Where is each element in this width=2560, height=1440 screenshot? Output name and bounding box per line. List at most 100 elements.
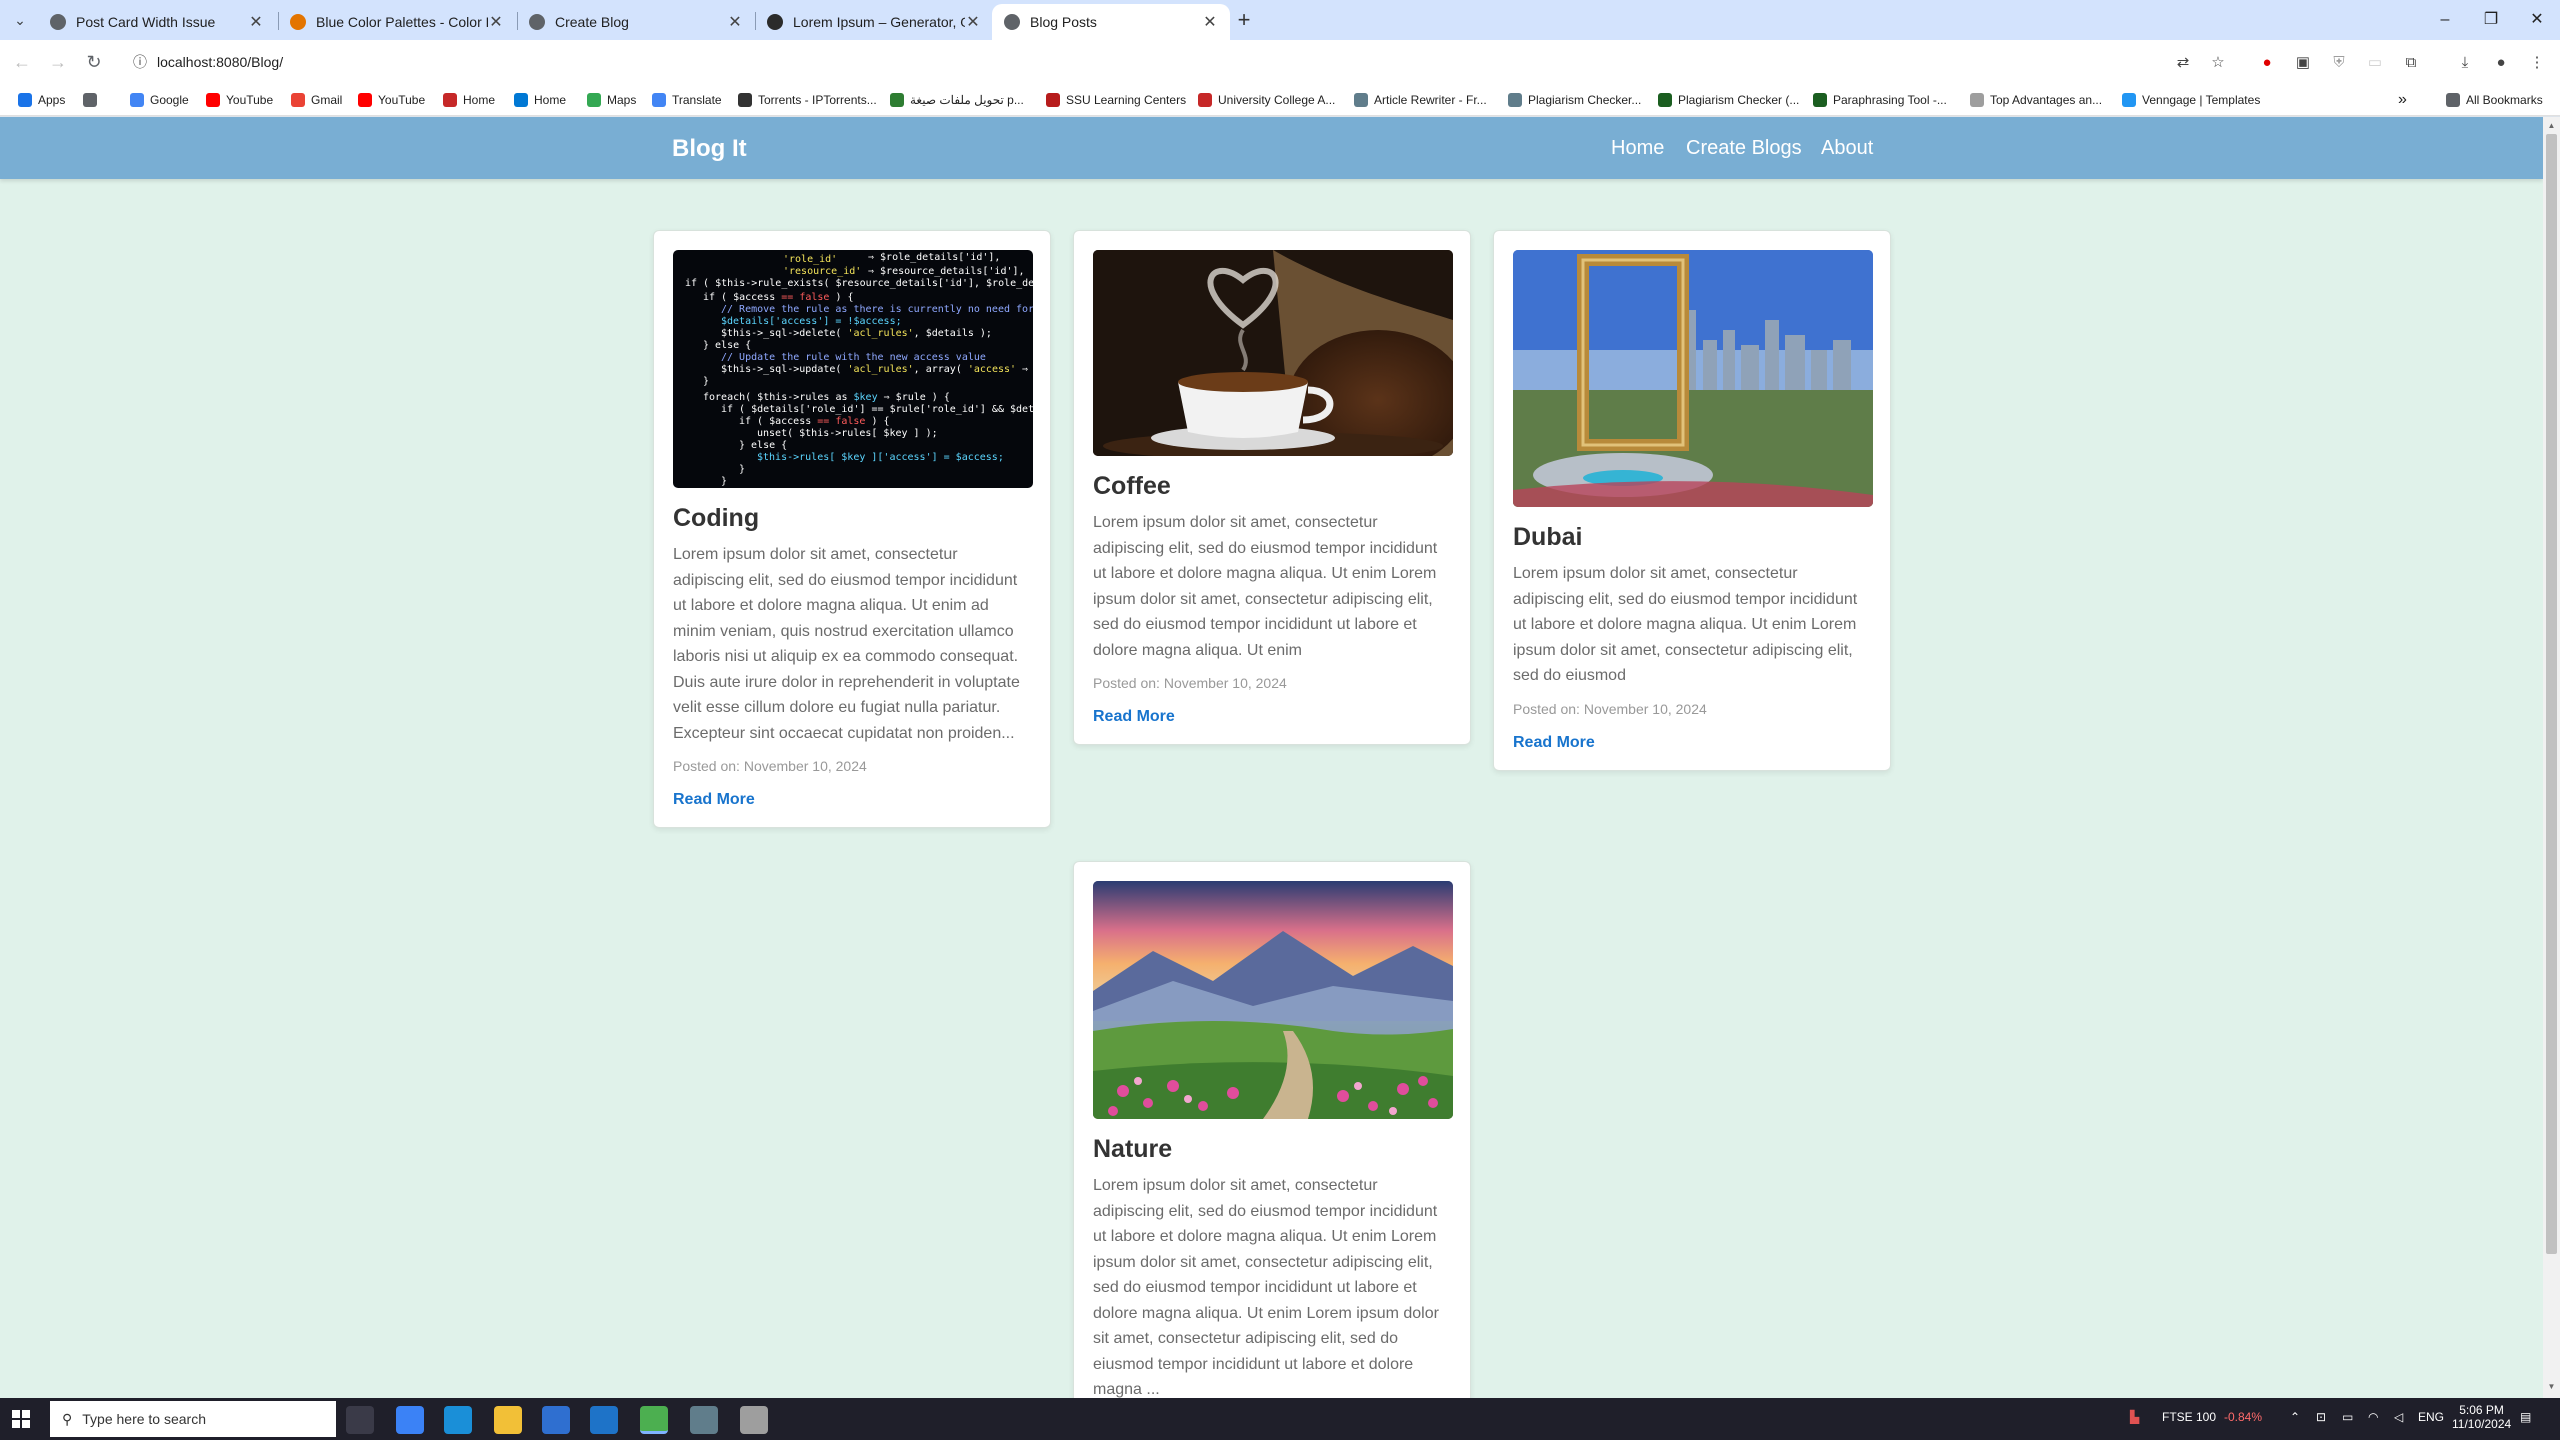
reload-button[interactable]: ↻ — [82, 50, 106, 74]
tab-title: Blue Color Palettes - Color Hun — [316, 14, 488, 30]
extension-icon[interactable]: ▣ — [2292, 52, 2314, 74]
site-info-icon[interactable]: ⓘ — [130, 52, 150, 72]
close-icon[interactable]: ✕ — [488, 12, 504, 32]
puzzle-extensions-icon[interactable]: ⧉ — [2400, 52, 2422, 74]
bookmark-apps[interactable]: Apps — [18, 91, 65, 109]
more-menu-icon[interactable]: ⋮ — [2526, 52, 2548, 74]
language-indicator[interactable]: ENG — [2418, 1410, 2444, 1424]
bookmark-gmail[interactable]: Gmail — [291, 91, 342, 109]
restore-button[interactable]: ❐ — [2468, 0, 2514, 40]
battery-icon[interactable]: ▭ — [2342, 1410, 2353, 1424]
bookmark-translate[interactable]: Translate — [652, 91, 722, 109]
address-bar[interactable] — [122, 48, 2230, 76]
close-icon[interactable]: ✕ — [727, 12, 743, 32]
bookmark-plagiarism-checker[interactable]: Plagiarism Checker... — [1508, 91, 1641, 109]
post-date: Posted on: November 10, 2024 — [1093, 675, 1287, 691]
bookmark-university-college[interactable]: University College A... — [1198, 91, 1335, 109]
search-icon: ⚲ — [62, 1410, 73, 1427]
clock[interactable]: 5:06 PM 11/10/2024 — [2452, 1403, 2511, 1431]
checker-icon — [1658, 93, 1672, 107]
tab-blog-posts[interactable]: Blog Posts ✕ — [992, 4, 1230, 40]
app-icon[interactable] — [740, 1406, 768, 1434]
close-icon[interactable]: ✕ — [248, 12, 264, 32]
youtube-icon — [206, 93, 220, 107]
tab-blue-color-palettes[interactable]: Blue Color Palettes - Color Hun ✕ — [278, 4, 516, 40]
read-more-link[interactable]: Read More — [1513, 734, 1595, 752]
bookmark-maps[interactable]: Maps — [587, 91, 636, 109]
bookmark-youtube[interactable]: YouTube — [358, 91, 425, 109]
tab-lorem-ipsum[interactable]: Lorem Ipsum – Generator, Orig ✕ — [755, 4, 993, 40]
all-bookmarks-button[interactable]: All Bookmarks — [2446, 91, 2543, 109]
scroll-up-arrow[interactable]: ▲ — [2546, 121, 2557, 133]
scrollbar-thumb[interactable] — [2546, 134, 2557, 1254]
bookmark-article-rewriter[interactable]: Article Rewriter - Fr... — [1354, 91, 1487, 109]
svg-text:'role_id': 'role_id' — [783, 254, 837, 265]
chevron-up-icon[interactable]: ⌃ — [2290, 1410, 2300, 1424]
mountain-meadow-image-art — [1093, 881, 1453, 1119]
bookmark-home[interactable]: Home — [514, 91, 566, 109]
bookmark-torrents[interactable]: Torrents - IPTorrents... — [738, 91, 877, 109]
svg-text:// Update the rule with the ne: // Update the rule with the new access v… — [721, 352, 986, 363]
read-more-link[interactable]: Read More — [673, 791, 755, 809]
extension-icon[interactable]: ▭ — [2364, 52, 2386, 74]
ticker-name[interactable]: FTSE 100 — [2162, 1410, 2216, 1424]
store-icon[interactable] — [542, 1406, 570, 1434]
shield-extension-icon[interactable]: ⛨ — [2328, 52, 2350, 74]
network-icon[interactable]: ⊡ — [2316, 1410, 2326, 1424]
bookmark-home[interactable]: Home — [443, 91, 495, 109]
bookmarks-overflow-button[interactable]: » — [2398, 91, 2407, 109]
minimize-button[interactable]: – — [2422, 0, 2468, 40]
bookmark-venngage[interactable]: Venngage | Templates — [2122, 91, 2260, 109]
bookmark-plagiarism-checker-2[interactable]: Plagiarism Checker (... — [1658, 91, 1799, 109]
tab-create-blog[interactable]: Create Blog ✕ — [517, 4, 755, 40]
windows-start-icon[interactable] — [12, 1410, 30, 1428]
profile-avatar[interactable]: ● — [2490, 52, 2512, 74]
read-more-link[interactable]: Read More — [1093, 708, 1175, 726]
file-explorer-icon[interactable] — [494, 1406, 522, 1434]
ticker-change[interactable]: -0.84% — [2224, 1410, 2262, 1424]
mail-icon[interactable] — [590, 1406, 618, 1434]
close-icon[interactable]: ✕ — [965, 12, 981, 32]
clock-date: 11/10/2024 — [2452, 1417, 2512, 1431]
close-icon[interactable]: ✕ — [1202, 12, 1218, 32]
taskbar-search-input[interactable]: ⚲ Type here to search — [50, 1401, 336, 1437]
bookmark-paraphrasing-tool[interactable]: Paraphrasing Tool -... — [1813, 91, 1947, 109]
task-view-icon[interactable] — [346, 1406, 374, 1434]
back-button[interactable]: ← — [10, 50, 34, 74]
edge-icon[interactable] — [444, 1406, 472, 1434]
download-icon[interactable]: ⤓ — [2454, 52, 2476, 74]
svg-text:if ( $access == false ) {: if ( $access == false ) { — [703, 292, 854, 303]
post-card-coffee: Coffee Lorem ipsum dolor sit amet, conse… — [1073, 230, 1471, 745]
bookmark-youtube[interactable]: YouTube — [206, 91, 273, 109]
colorhunt-icon — [290, 14, 306, 30]
bookmark-star-icon[interactable]: ☆ — [2207, 52, 2229, 74]
window-close-button[interactable]: ✕ — [2514, 0, 2560, 40]
bookmark-file-convert[interactable]: تحويل ملفات صيغة p... — [890, 91, 1024, 109]
chrome-icon[interactable] — [640, 1406, 668, 1434]
scroll-down-arrow[interactable]: ▼ — [2546, 1382, 2557, 1394]
app-icon[interactable] — [690, 1406, 718, 1434]
volume-icon[interactable]: ◁ — [2394, 1410, 2403, 1424]
wifi-icon[interactable]: ◠ — [2368, 1410, 2378, 1424]
bookmark-tab-groups[interactable] — [83, 91, 103, 109]
bookmark-ssu[interactable]: SSU Learning Centers — [1046, 91, 1186, 109]
forward-button[interactable]: → — [46, 50, 70, 74]
nav-about-link[interactable]: About — [1821, 137, 1873, 160]
bookmark-top-advantages[interactable]: Top Advantages an... — [1970, 91, 2102, 109]
nav-create-blogs-link[interactable]: Create Blogs — [1686, 137, 1802, 160]
copilot-icon[interactable] — [396, 1406, 424, 1434]
new-tab-button[interactable]: + — [1232, 8, 1256, 32]
svg-text:$details['access'] = !$access;: $details['access'] = !$access; — [721, 316, 902, 327]
tab-search-icon[interactable]: ⌄ — [10, 10, 30, 30]
globe-icon — [529, 14, 545, 30]
url-text[interactable]: localhost:8080/Blog/ — [157, 54, 283, 70]
opera-extension-icon[interactable]: ● — [2256, 52, 2278, 74]
notifications-icon[interactable]: ▤ — [2520, 1410, 2531, 1424]
lipsum-icon — [767, 14, 783, 30]
site-brand[interactable]: Blog It — [672, 135, 747, 163]
nav-home-link[interactable]: Home — [1611, 137, 1664, 160]
svg-text:}: } — [739, 464, 745, 475]
translate-icon[interactable]: ⇄ — [2172, 52, 2194, 74]
bookmark-google[interactable]: Google — [130, 91, 189, 109]
tab-post-card-width-issue[interactable]: Post Card Width Issue ✕ — [38, 4, 276, 40]
